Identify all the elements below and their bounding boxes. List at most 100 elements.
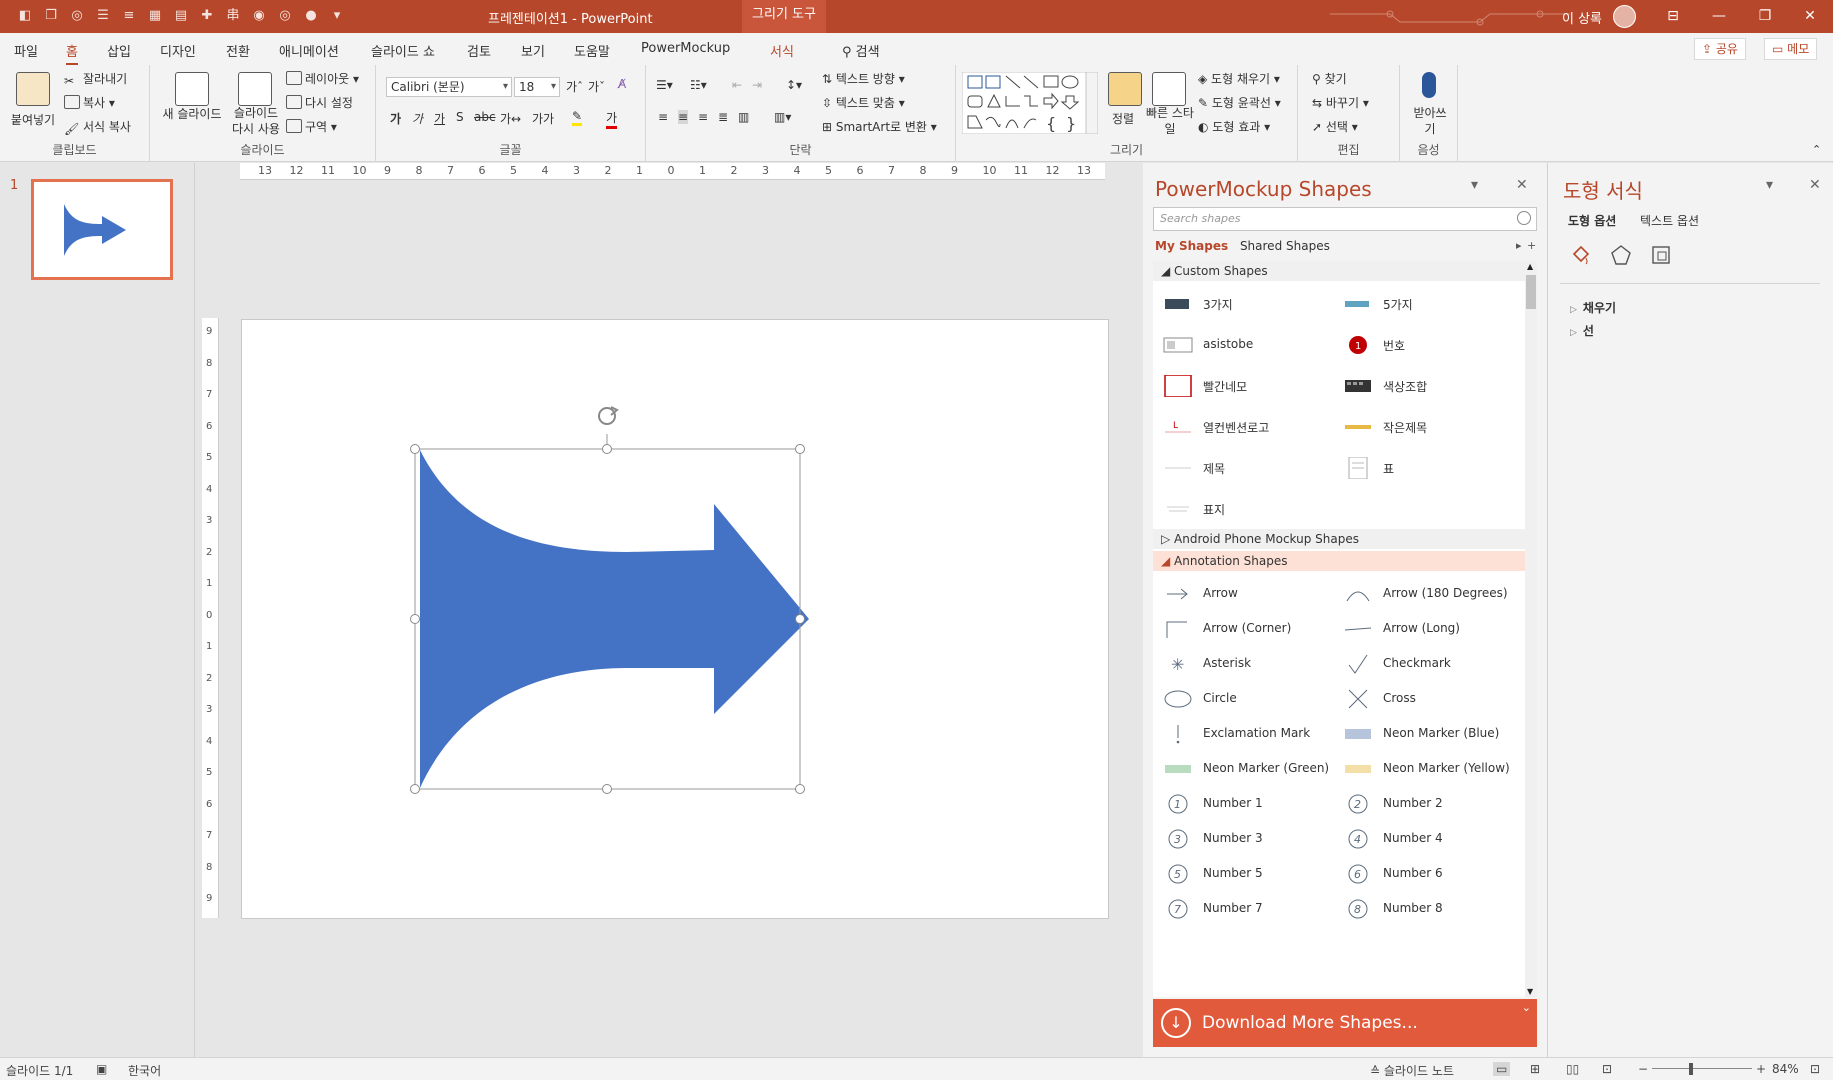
tab-animations[interactable]: 애니메이션: [279, 41, 339, 60]
tab-powermockup[interactable]: PowerMockup: [641, 41, 730, 56]
pane-options-icon[interactable]: ▾: [1766, 177, 1773, 193]
scroll-up-icon[interactable]: ▲: [1527, 262, 1533, 271]
download-more-shapes-button[interactable]: ↓ Download More Shapes... ⌄: [1153, 999, 1537, 1047]
clear-format-icon[interactable]: A̸: [618, 77, 626, 91]
arrange-button[interactable]: 정렬: [1112, 110, 1134, 127]
highlight-icon[interactable]: ✎: [572, 109, 583, 126]
scroll-thumb[interactable]: [1526, 275, 1536, 309]
grid-icon[interactable]: ▤: [172, 7, 190, 25]
fill-line-icon[interactable]: [1570, 244, 1592, 266]
language-status[interactable]: 한국어: [128, 1062, 161, 1079]
shape-item[interactable]: 표: [1333, 447, 1513, 488]
shape-item[interactable]: L 열컨벤션로고: [1153, 406, 1333, 447]
align-right-icon[interactable]: ≡: [698, 110, 708, 124]
slide-canvas[interactable]: [241, 319, 1109, 919]
table-icon[interactable]: ▦: [146, 7, 164, 25]
size-properties-icon[interactable]: [1650, 244, 1672, 266]
add-icon[interactable]: ✚: [198, 7, 216, 25]
format-painter-button[interactable]: 🖌 서식 복사: [64, 118, 131, 136]
list-icon[interactable]: ≡: [120, 7, 138, 25]
combine-icon[interactable]: ●: [302, 7, 320, 25]
italic-icon[interactable]: 가: [412, 110, 423, 127]
select-button[interactable]: ➚ 선택 ▾: [1312, 118, 1358, 135]
merge-icon[interactable]: ◉: [250, 7, 268, 25]
zoom-slider-thumb[interactable]: [1689, 1063, 1693, 1075]
tell-me-search[interactable]: ⚲ 검색: [842, 41, 880, 60]
tab-home[interactable]: 홈: [66, 41, 78, 65]
find-button[interactable]: ⚲ 찾기: [1312, 70, 1347, 87]
reset-button[interactable]: 다시 설정: [286, 94, 353, 111]
align-center-icon[interactable]: ≡: [678, 110, 689, 124]
quick-styles-icon[interactable]: [1152, 72, 1186, 106]
collapse-ribbon-icon[interactable]: ⌃: [1812, 143, 1821, 156]
zoom-level[interactable]: 84%: [1772, 1062, 1799, 1076]
tab-review[interactable]: 검토: [467, 41, 491, 60]
underline-icon[interactable]: 가: [434, 110, 445, 127]
spell-check-icon[interactable]: ▣: [96, 1062, 107, 1076]
font-color-icon[interactable]: 가: [606, 109, 618, 129]
font-name-select[interactable]: Calibri (본문): [386, 77, 512, 97]
effects-pentagon-icon[interactable]: [1610, 244, 1632, 266]
text-direction-button[interactable]: ⇅ 텍스트 방향 ▾: [822, 70, 905, 87]
section-android-shapes[interactable]: ▷ Android Phone Mockup Shapes: [1153, 529, 1525, 549]
bold-icon[interactable]: 가: [390, 110, 401, 127]
pane-close-icon[interactable]: ✕: [1809, 177, 1821, 193]
pane-options-icon[interactable]: ▾: [1471, 177, 1478, 193]
replace-button[interactable]: ⇆ 바꾸기 ▾: [1312, 94, 1369, 111]
grow-font-icon[interactable]: 가ˆ: [566, 78, 583, 95]
microphone-icon[interactable]: [1422, 72, 1436, 98]
slide-thumbnail[interactable]: [31, 179, 173, 280]
quick-styles-button[interactable]: 빠른 스타일: [1144, 105, 1196, 137]
reading-view-icon[interactable]: ▯▯: [1566, 1062, 1579, 1076]
shape-item[interactable]: 제목: [1153, 447, 1333, 488]
my-shapes-link[interactable]: My Shapes: [1155, 239, 1228, 253]
section-line[interactable]: ▷ 선: [1570, 322, 1594, 339]
layers-icon[interactable]: ◎: [68, 7, 86, 25]
line-spacing-icon[interactable]: ↕▾: [786, 78, 802, 92]
bullets-icon[interactable]: ☰▾: [656, 78, 673, 92]
shape-item[interactable]: 색상조합: [1333, 365, 1513, 406]
horizontal-scrollbar[interactable]: [195, 1047, 1143, 1057]
shape-item[interactable]: 1 번호: [1333, 324, 1513, 365]
zoom-slider[interactable]: [1652, 1068, 1752, 1069]
shape-effects-button[interactable]: ◐ 도형 효과 ▾: [1198, 118, 1270, 135]
copy-button[interactable]: 복사 ▾: [64, 94, 115, 111]
bullets-icon[interactable]: ☰: [94, 7, 112, 25]
section-button[interactable]: 구역 ▾: [286, 118, 337, 135]
shape-item[interactable]: 8 Number 8: [1333, 888, 1513, 929]
section-annotation-shapes[interactable]: ◢ Annotation Shapes: [1153, 551, 1525, 571]
context-tab-drawing-tools[interactable]: 그리기 도구: [742, 0, 826, 33]
increase-indent-icon[interactable]: ⇥: [752, 78, 762, 92]
layout-button[interactable]: 레이아웃 ▾: [286, 70, 359, 87]
tab-view[interactable]: 보기: [521, 41, 545, 60]
union-icon[interactable]: ◎: [276, 7, 294, 25]
shape-item[interactable]: 표지: [1153, 488, 1333, 529]
tab-help[interactable]: 도움말: [574, 41, 610, 60]
align-text-button[interactable]: ⇳ 텍스트 맞춤 ▾: [822, 94, 905, 111]
tab-text-options[interactable]: 텍스트 옵션: [1640, 212, 1699, 229]
shape-item[interactable]: 작은제목: [1333, 406, 1513, 447]
cut-button[interactable]: ✂ 잘라내기: [64, 70, 127, 88]
decrease-indent-icon[interactable]: ⇤: [732, 78, 742, 92]
shape-item[interactable]: 빨간네모: [1153, 365, 1333, 406]
pane-close-icon[interactable]: ✕: [1516, 177, 1528, 193]
font-size-select[interactable]: 18: [514, 77, 560, 97]
change-case-icon[interactable]: 가가: [532, 110, 554, 127]
tab-format[interactable]: 서식: [770, 41, 794, 60]
numbering-icon[interactable]: ☷▾: [690, 78, 707, 92]
copy-icon[interactable]: ❐: [42, 7, 60, 25]
char-spacing-icon[interactable]: 가↔: [500, 110, 521, 127]
share-button[interactable]: ⇪ 공유: [1694, 38, 1746, 60]
search-input[interactable]: Search shapes: [1153, 207, 1537, 231]
scroll-down-icon[interactable]: ▼: [1527, 987, 1533, 996]
new-slide-icon[interactable]: [175, 72, 209, 106]
strikethrough-icon[interactable]: abc: [474, 110, 496, 124]
normal-view-icon[interactable]: ▭: [1493, 1062, 1511, 1076]
align-left-icon[interactable]: ≡: [658, 110, 668, 124]
tab-transitions[interactable]: 전환: [226, 41, 250, 60]
arrange-icon[interactable]: [1108, 72, 1142, 106]
shape-item[interactable]: asistobe: [1153, 324, 1333, 365]
justify-icon[interactable]: ≣: [718, 110, 728, 124]
slide-sorter-icon[interactable]: ⊞: [1530, 1062, 1540, 1076]
search-icon[interactable]: [1517, 211, 1531, 225]
